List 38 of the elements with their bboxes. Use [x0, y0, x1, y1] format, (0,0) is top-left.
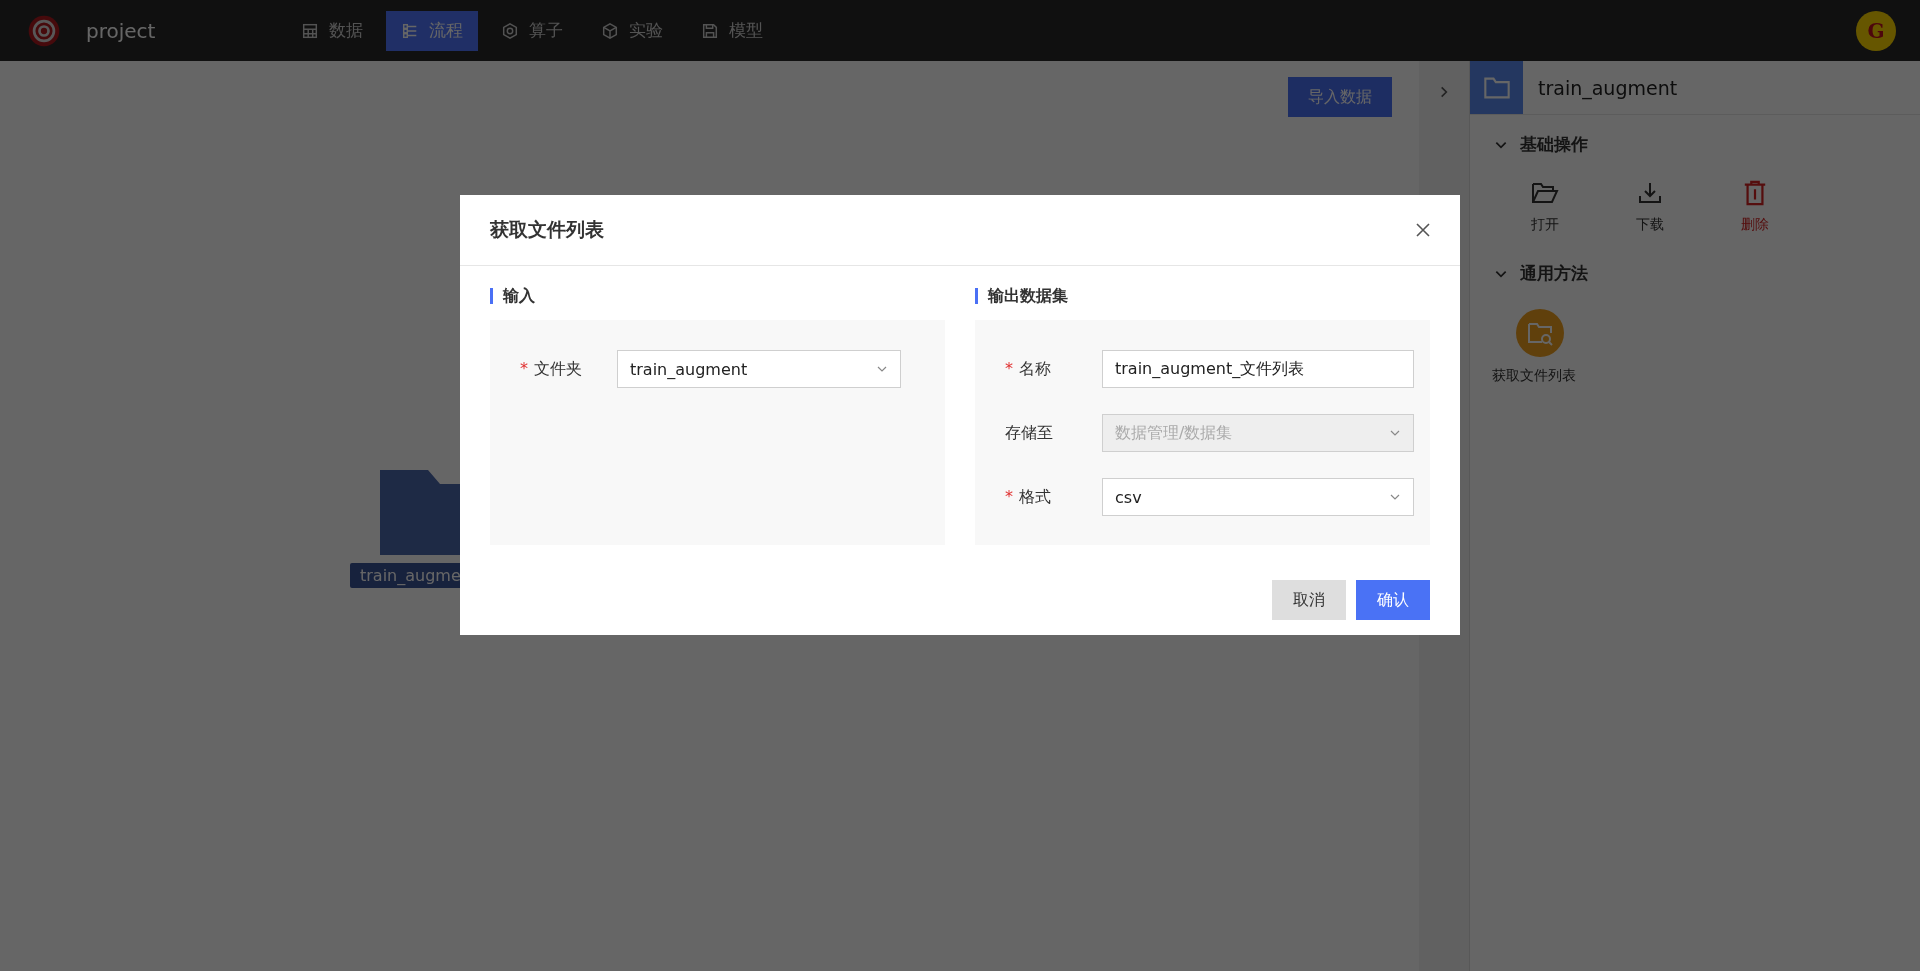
- confirm-button[interactable]: 确认: [1356, 580, 1430, 620]
- grid-icon: [301, 21, 319, 40]
- required-mark: *: [1005, 486, 1013, 508]
- select-field[interactable]: csv: [1102, 478, 1414, 516]
- action-item[interactable]: 下载: [1597, 180, 1702, 234]
- action-item[interactable]: 删除: [1702, 180, 1807, 234]
- nav-tab[interactable]: 流程: [386, 10, 478, 51]
- required-mark: *: [1005, 358, 1013, 380]
- field-label: 格式: [1019, 486, 1051, 508]
- nav-tab[interactable]: 实验: [586, 10, 678, 51]
- folder-icon: [1482, 75, 1511, 100]
- section-header[interactable]: 基础操作: [1494, 133, 1920, 156]
- input-field[interactable]: train_augment_文件列表: [1102, 350, 1414, 388]
- folder-search-icon: [1516, 309, 1564, 357]
- action-item[interactable]: 获取文件列表: [1492, 309, 1622, 385]
- folder-icon: [1530, 180, 1559, 206]
- close-icon[interactable]: [1416, 223, 1430, 237]
- nav-tab[interactable]: 算子: [486, 10, 578, 51]
- field-label: 名称: [1019, 358, 1051, 380]
- dialog-title: 获取文件列表: [490, 217, 604, 242]
- select-field[interactable]: train_augment: [617, 350, 901, 388]
- import-data-button[interactable]: 导入数据: [1288, 77, 1392, 117]
- field-label: 存储至: [1005, 422, 1053, 444]
- hexagon-icon: [501, 21, 519, 40]
- nav-tab[interactable]: 数据: [286, 10, 378, 51]
- section-header[interactable]: 通用方法: [1494, 262, 1920, 285]
- cube-icon: [601, 21, 619, 40]
- required-mark: *: [520, 358, 528, 380]
- project-name: project: [86, 18, 157, 43]
- user-avatar[interactable]: G: [1856, 10, 1896, 51]
- panel-title: train_augment: [1538, 76, 1678, 99]
- action-item[interactable]: 打开: [1492, 180, 1597, 234]
- cancel-button[interactable]: 取消: [1272, 580, 1346, 620]
- field-label: 文件夹: [534, 358, 582, 380]
- flow-icon: [401, 21, 419, 40]
- section-title: 输入: [490, 288, 945, 304]
- nav-tab[interactable]: 模型: [686, 10, 778, 51]
- section-title: 输出数据集: [975, 288, 1430, 304]
